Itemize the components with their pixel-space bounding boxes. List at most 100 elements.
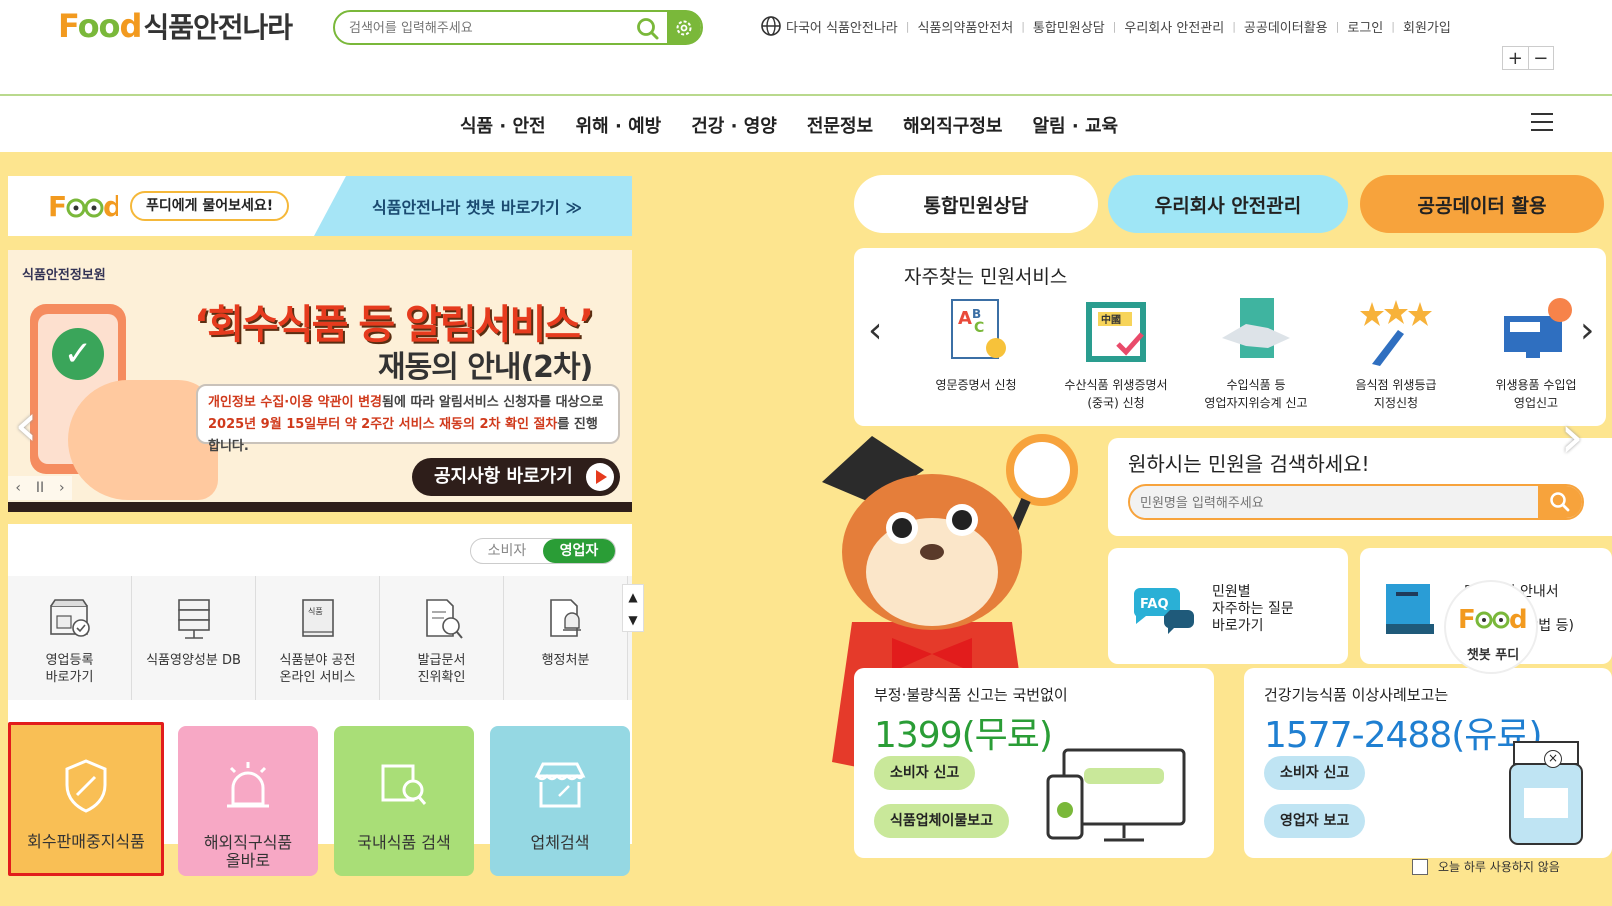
util-link-signup[interactable]: 회원가입: [1403, 17, 1451, 36]
search-button[interactable]: [635, 16, 661, 42]
consumer-report-button[interactable]: 소비자 신고: [1264, 756, 1366, 790]
biz-item-doc-verify[interactable]: 발급문서 진위확인: [380, 576, 504, 700]
service-item[interactable]: 수입식품 등 영업자지위승계 신고: [1186, 294, 1326, 412]
computer-phone-icon: [1046, 748, 1186, 842]
chatbot-float-button[interactable]: F d 챗봇 푸디: [1444, 580, 1538, 674]
business-services: 영업등록 바로가기 식품영양성분 DB 식품 식품분야 공전 온라인 서비스 발…: [8, 576, 632, 700]
service-item[interactable]: 음식점 위생등급 지정신청: [1326, 294, 1466, 412]
report-heading: 건강기능식품 이상사례보고는: [1264, 686, 1449, 704]
gnb-food-safety[interactable]: 식품 · 안전: [460, 112, 546, 138]
svg-text:A: A: [958, 308, 972, 329]
notice-goto-button[interactable]: 공지사항 바로가기: [412, 458, 620, 496]
globe-icon: [761, 16, 781, 36]
tile-label: 국내식품 검색: [357, 833, 451, 852]
slide-prev-icon[interactable]: ‹: [15, 480, 21, 496]
biz-scroll-control: ▲ ▼: [622, 584, 644, 632]
document-check-icon: [425, 599, 463, 639]
biz-item-nutrition-db[interactable]: 식품영양성분 DB: [132, 576, 256, 700]
utility-nav: 다국어 식품안전나라 | 식품의약품안전처 | 통합민원상담 | 우리회사 안전관리 |…: [760, 15, 1451, 37]
gnb-overseas[interactable]: 해외직구정보: [903, 112, 1002, 138]
svg-text:C: C: [974, 320, 984, 336]
card-faq-text: 민원별 자주하는 질문 바로가기: [1212, 584, 1294, 634]
tile-label: 회수판매중지식품: [27, 832, 145, 851]
divider: |: [1391, 19, 1395, 33]
banner-prev-arrow-icon[interactable]: ‹: [14, 390, 38, 460]
biz-item-codex[interactable]: 식품 식품분야 공전 온라인 서비스: [256, 576, 380, 700]
civil-search-input[interactable]: [1140, 493, 1520, 513]
util-link-company[interactable]: 우리회사 안전관리: [1124, 17, 1224, 36]
services-next-icon[interactable]: ›: [1580, 310, 1594, 351]
svg-text:d: d: [103, 190, 118, 223]
hamburger-menu-icon[interactable]: [1531, 113, 1553, 131]
zoom-in-button[interactable]: +: [1503, 47, 1528, 69]
util-link-multilang[interactable]: 다국어 식품안전나라: [786, 17, 898, 36]
today-close-checkbox[interactable]: [1412, 858, 1428, 875]
biz-label: 영업등록 바로가기: [45, 653, 94, 685]
tile-overseas-food[interactable]: 해외직구식품 올바로: [178, 726, 318, 876]
company-foreign-report-button[interactable]: 식품업체이물보고: [874, 804, 1010, 838]
search-settings-button[interactable]: [667, 10, 701, 45]
gnb-hazard[interactable]: 위해 · 예방: [576, 112, 662, 138]
chatbot-close-icon[interactable]: ×: [1544, 750, 1562, 768]
util-link-civil[interactable]: 통합민원상담: [1033, 17, 1105, 36]
business-report-button[interactable]: 영업자 보고: [1264, 804, 1366, 838]
slide-next-icon[interactable]: ›: [59, 480, 65, 496]
tile-company-search[interactable]: 업체검색: [490, 726, 630, 876]
today-close-option[interactable]: 오늘 하루 사용하지 않음: [1412, 858, 1560, 875]
toggle-business[interactable]: 영업자: [543, 539, 615, 563]
service-item[interactable]: A B C 영문증명서 신청: [906, 294, 1046, 412]
civil-search-button[interactable]: [1538, 486, 1582, 518]
tile-recall-food[interactable]: 회수판매중지식품: [8, 722, 164, 876]
main-banner[interactable]: 식품안전정보원 ✓ ‘회수식품 등 알림서비스’ 재동의 안내(2차) 개인정보…: [8, 250, 632, 512]
foodie-logo-icon: F d: [48, 190, 118, 223]
chatbot-link[interactable]: 식품안전나라 챗봇 바로가기 ≫: [372, 194, 582, 218]
service-label: 수입식품 등 영업자지위승계 신고: [1204, 378, 1308, 410]
foodie-logo-icon: F d: [1458, 605, 1528, 635]
gnb-notice[interactable]: 알림 · 교육: [1032, 112, 1118, 138]
civil-search-bar: [1128, 484, 1584, 520]
service-label: 수산식품 위생증명서 (중국) 신청: [1064, 378, 1168, 410]
pill-company-safety[interactable]: 우리회사 안전관리: [1108, 175, 1348, 233]
card-faq[interactable]: FAQ 민원별 자주하는 질문 바로가기: [1108, 548, 1348, 664]
biz-item-admin-action[interactable]: 행정처분: [504, 576, 628, 700]
util-link-opendata[interactable]: 공공데이터활용: [1244, 17, 1328, 36]
report-number: 1399(무료): [874, 715, 1053, 756]
notice-red-1: 개인정보 수집·이용 약관이 변경: [208, 395, 382, 410]
zoom-out-button[interactable]: −: [1527, 47, 1554, 69]
report-number: 1577-2488(유료): [1264, 715, 1543, 756]
store-icon: [49, 599, 90, 637]
search-bar: [333, 10, 703, 45]
scroll-down-icon[interactable]: ▼: [628, 613, 637, 627]
site-logo[interactable]: Food 식품안전나라: [58, 6, 293, 46]
slide-progress-bar: [8, 502, 632, 512]
database-icon: [177, 599, 210, 639]
chatbot-float-label: 챗봇 푸디: [1466, 648, 1520, 663]
book-icon: 식품: [301, 599, 334, 637]
pill-civil-consult[interactable]: 통합민원상담: [854, 175, 1098, 233]
service-label: 영문증명서 신청: [935, 378, 1017, 392]
chatbot-bubble: 푸디에게 물어보세요!: [130, 191, 290, 221]
toggle-consumer[interactable]: 소비자: [471, 539, 543, 563]
today-close-label: 오늘 하루 사용하지 않음: [1438, 860, 1560, 874]
util-link-login[interactable]: 로그인: [1347, 17, 1383, 36]
tile-label: 해외직구식품 올바로: [203, 833, 293, 870]
biz-label: 식품분야 공전 온라인 서비스: [279, 653, 356, 685]
biz-item-registration[interactable]: 영업등록 바로가기: [8, 576, 132, 700]
alert-icon: [549, 599, 581, 637]
chatbot-banner[interactable]: F d 푸디에게 물어보세요! 식품안전나라 챗봇 바로가기 ≫: [8, 176, 632, 236]
services-prev-icon[interactable]: ‹: [868, 310, 882, 351]
tile-domestic-food[interactable]: 국내식품 검색: [334, 726, 474, 876]
gnb-expert[interactable]: 전문정보: [807, 112, 873, 138]
util-link-mfds[interactable]: 식품의약품안전처: [918, 17, 1014, 36]
slide-pause-icon[interactable]: II: [36, 480, 44, 496]
consumer-report-button[interactable]: 소비자 신고: [874, 756, 976, 790]
tile-label: 업체검색: [530, 833, 590, 852]
search-input[interactable]: [349, 18, 619, 38]
scroll-up-icon[interactable]: ▲: [628, 590, 637, 604]
service-item[interactable]: 中國 수산식품 위생증명서 (중국) 신청: [1046, 294, 1186, 412]
pill-open-data[interactable]: 공공데이터 활용: [1360, 175, 1604, 233]
gnb-health[interactable]: 건강 · 영양: [691, 112, 777, 138]
banner-notice: 개인정보 수집·이용 약관이 변경됨에 따라 알림서비스 신청자를 대상으로 2…: [196, 384, 620, 454]
banner-next-arrow-icon[interactable]: ›: [1560, 402, 1584, 472]
svg-text:B: B: [972, 307, 981, 321]
